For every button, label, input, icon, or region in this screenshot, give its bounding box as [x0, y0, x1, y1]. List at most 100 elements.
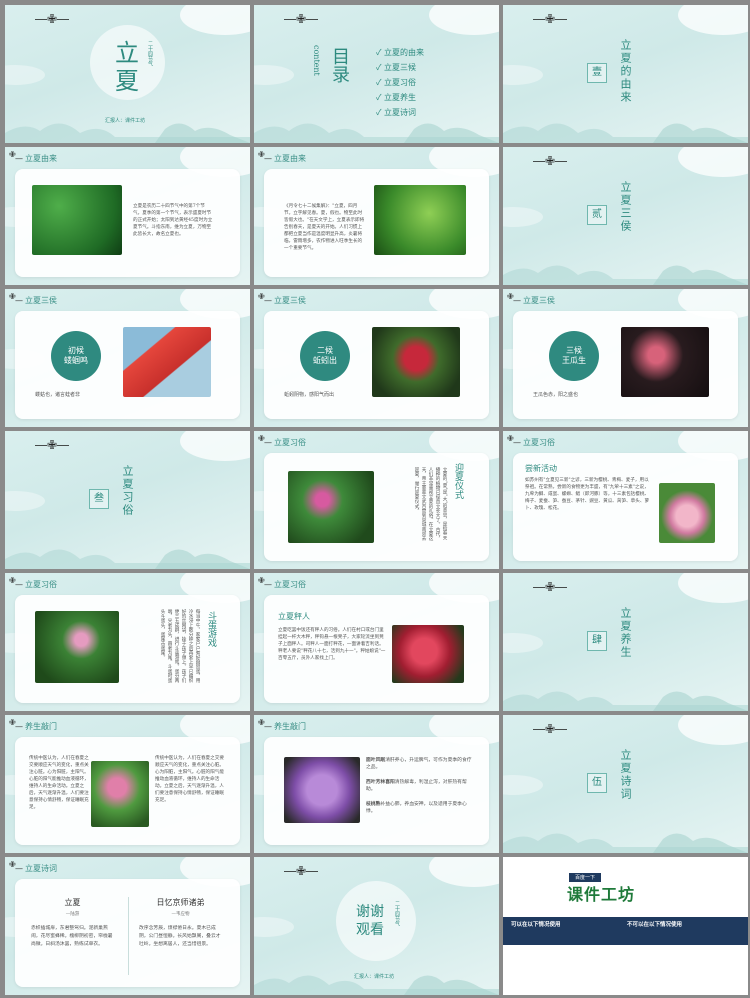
section-title: 立夏诗词	[619, 749, 632, 801]
health-item: 枝桃熟补益心肺，养血安神，以及适用于夏季心悸。	[366, 801, 476, 815]
cover-author: 汇报人：课件工坊	[105, 118, 146, 124]
slide-section-3[interactable]: ―✙― 叁立夏习俗	[5, 431, 250, 569]
purple-verbena-photo	[284, 757, 360, 823]
mountain-decoration	[503, 123, 748, 143]
slide-origin-1[interactable]: 立夏由来✙ 立夏是农历二十四节气中的第7个节气，夏季的第一个节气，表示盛夏时节的正…	[5, 147, 250, 285]
mountain-decoration	[5, 549, 250, 569]
crane-icon: ✙	[258, 150, 265, 159]
crane-icon: ✙	[9, 150, 16, 159]
body-text: 立夏是农历二十四节气中的第7个节气，夏季的第一个节气，表示盛夏时节的正式开始；太…	[133, 204, 213, 237]
pink-flowers-photo	[91, 761, 149, 827]
red-flowers-photo	[621, 327, 709, 397]
hou-caption: 王瓜色赤，阳之盛也	[533, 392, 579, 398]
slide-three-hou-1[interactable]: 立夏三侯✙ 初候蝼蝈鸣蝼蛄也，诸言蛙者非	[5, 289, 250, 427]
crane-icon: ✙	[9, 292, 16, 301]
cloud-shape	[429, 5, 499, 35]
watermelon-photo	[123, 327, 211, 397]
cover-vertical-sub: 二十四节气	[147, 41, 153, 66]
crane-icon: ✙	[258, 292, 265, 301]
section-title: 立夏的由来	[619, 39, 632, 104]
slide-cover[interactable]: ―✙― 立夏二十四节气 汇报人：课件工坊	[5, 5, 250, 143]
hou-label-1: 二候	[317, 346, 333, 355]
body-text: 如苏州有"立夏见三新"之谚，三新为樱桃、青梅、麦子，用以祭祖。在常熟，尝新的食物…	[525, 478, 650, 511]
toc-item[interactable]: 立夏的由来	[376, 45, 424, 60]
body-text: 传统中医认为，人们在春夏之交要顺应天气的变化，重点关注心脏。心为阳脏，主阳气。心…	[29, 756, 89, 810]
lotus-leaves-photo	[288, 471, 374, 543]
poem-title: 立夏	[64, 898, 81, 907]
slide-poems[interactable]: 立夏诗词✙ 立夏 —陆游赤帜插城扉，东君整驾归。泥新巢燕闹，花尽蜜蜂稀。槐柳阴初密，…	[5, 857, 250, 995]
poem-divider	[128, 897, 129, 975]
slide-customs-1[interactable]: 立夏习俗✙ 迎夏仪式立夏的"夏"是"大"的意思，是指春天播种的植物已经直立长大了。…	[254, 431, 499, 569]
cloud-shape	[254, 917, 294, 937]
mountain-decoration	[503, 265, 748, 285]
section-number-box: 壹	[587, 63, 607, 83]
pink-lotus-photo	[659, 483, 715, 543]
poem-text: 赤帜插城扉，东君整驾归。泥新巢燕闹，花尽蜜蜂稀。槐柳阴初密，帘栊暑尚微。日斜汤沐…	[31, 926, 113, 947]
thanks-author: 汇报人：课件工坊	[354, 974, 395, 980]
hou-label-1: 三候	[566, 346, 582, 355]
ad-left-heading: 可以在以下情况使用	[511, 922, 561, 928]
slide-health-1[interactable]: 养生敲门✙ 传统中医认为，人们在春夏之交要顺应天气的变化，重点关注心脏。心为阳脏，…	[5, 715, 250, 853]
crane-icon: ―✙―	[284, 864, 319, 878]
slide-three-hou-3[interactable]: 立夏三侯✙ 三候王瓜生王瓜色赤，阳之盛也	[503, 289, 748, 427]
leaves-photo	[374, 185, 466, 255]
slide-section-2[interactable]: ―✙― 贰立夏三侯	[503, 147, 748, 285]
slide-header: 立夏由来	[264, 153, 306, 164]
clover-leaves-photo	[32, 185, 122, 255]
hou-circle-badge: 三候 王瓜生	[549, 331, 599, 381]
toc-item[interactable]: 立夏诗词	[376, 105, 424, 120]
slide-section-5[interactable]: ―✙― 伍立夏诗词	[503, 715, 748, 853]
slide-section-4[interactable]: ―✙― 肆立夏养生	[503, 573, 748, 711]
hou-circle-badge: 初候 蝼蝈鸣	[51, 331, 101, 381]
slide-header: 立夏习俗	[264, 437, 306, 448]
section-title: 立夏三侯	[619, 181, 632, 233]
cloud-shape	[429, 857, 499, 887]
slide-section-1[interactable]: ―✙― 壹立夏的由来	[503, 5, 748, 143]
toc-item[interactable]: 立夏三候	[376, 60, 424, 75]
ad-brand: 课件工坊	[567, 885, 636, 904]
cloud-shape	[503, 65, 543, 85]
slide-origin-2[interactable]: 立夏由来✙ 《月令七十二候集解》："立夏，四月节。立字解见春。夏，假也。物至此时皆…	[254, 147, 499, 285]
slide-ad[interactable]: 百度一下 课件工坊 可以在以下情况使用 不可以在以下情况使用	[503, 857, 748, 995]
slide-customs-3[interactable]: 立夏习俗✙ 斗蛋游戏每当中午，家家户户煮好囫囵蛋，用冷水浸上数分钟之后再套上早已编…	[5, 573, 250, 711]
health-item-title: 西叶芳林喜阳	[366, 779, 395, 785]
slide-header: 立夏习俗	[264, 579, 306, 590]
crane-icon: ✙	[507, 292, 514, 301]
toc-item[interactable]: 立夏养生	[376, 90, 424, 105]
toc-subtitle: content	[312, 45, 321, 76]
crane-icon: ✙	[258, 718, 265, 727]
body-text-continued: 传统中医认为，人们在春夏之交要顺应天气的变化，重点关注心脏。心为阳脏，主阳气。心…	[155, 756, 224, 803]
hou-label-2: 蝼蝈鸣	[64, 356, 88, 365]
poem-text: 改序念芳辰，烦襟倦日永。夏木已成阴，公门昼恒静。长风始飘阁，叠云才吐岭。坐想离居…	[139, 926, 221, 947]
lotus-pink-photo	[35, 611, 119, 683]
cloud-shape	[180, 5, 250, 35]
poem-author: —韦应物	[171, 912, 190, 917]
section-title: 立夏养生	[619, 607, 632, 659]
crane-icon: ―✙―	[533, 154, 568, 168]
section-number-box: 贰	[587, 205, 607, 225]
cover-title-char-2: 夏	[115, 67, 139, 95]
cloud-shape	[678, 573, 748, 603]
health-item: 西叶芳林喜阳清热解毒，利湿止泻，对肝热有帮助。	[366, 779, 476, 793]
crane-icon: ―✙―	[533, 580, 568, 594]
cloud-shape	[678, 147, 748, 177]
toc-item[interactable]: 立夏习俗	[376, 75, 424, 90]
toc-title: 目录	[329, 47, 350, 83]
section-title: 立夏习俗	[121, 465, 134, 517]
crane-icon: ―✙―	[533, 722, 568, 736]
body-text: 《月令七十二候集解》："立夏，四月节。立字解见春。夏，假也。物至此时皆假大也。"…	[284, 204, 365, 251]
slide-three-hou-2[interactable]: 立夏三侯✙ 二候蚯蚓出蚯蚓阴物，感阳气而出	[254, 289, 499, 427]
crane-icon: ―✙―	[533, 12, 568, 26]
slide-thanks[interactable]: ―✙― 谢谢 观看 二十四节气 汇报人：课件工坊	[254, 857, 499, 995]
thanks-title-1: 谢谢	[356, 904, 384, 920]
crane-icon: ―✙―	[284, 12, 319, 26]
slide-customs-2[interactable]: 立夏习俗✙ 尝新活动如苏州有"立夏见三新"之谚，三新为樱桃、青梅、麦子，用以祭祖。…	[503, 431, 748, 569]
mountain-decoration	[503, 691, 748, 711]
section-number-box: 肆	[587, 631, 607, 651]
slide-toc[interactable]: ―✙― 目录 content 立夏的由来立夏三候立夏习俗立夏养生立夏诗词	[254, 5, 499, 143]
health-item: 面叶风眠清肝养心，升运脾气，可作为夏季的食疗之品。	[366, 757, 476, 771]
slide-header: 立夏习俗	[513, 437, 555, 448]
crane-icon: ✙	[258, 434, 265, 443]
slide-health-2[interactable]: 养生敲门✙ 面叶风眠清肝养心，升运脾气，可作为夏季的食疗之品。西叶芳林喜阳清热解毒…	[254, 715, 499, 853]
slide-customs-4[interactable]: 立夏习俗✙ 立夏秤人立夏吃罢中饭还有秤人的习俗。人们在村口或台门里挂起一杆大木秤，…	[254, 573, 499, 711]
